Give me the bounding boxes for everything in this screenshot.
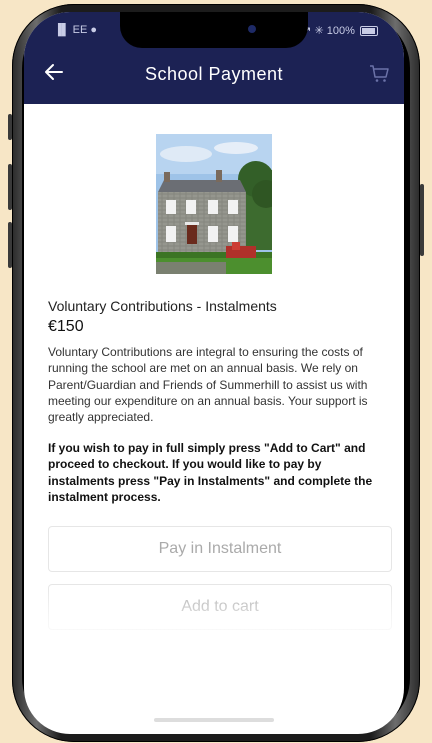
mute-switch bbox=[8, 114, 12, 140]
status-bar-right-text: ↗ ✳ 100% bbox=[302, 25, 355, 37]
cart-icon[interactable] bbox=[368, 62, 390, 84]
home-indicator bbox=[154, 718, 274, 722]
app-screen: ▐▌ EE ● ↗ ✳ 100% School Payment Voluntar… bbox=[24, 12, 404, 734]
product-name: Voluntary Contributions - Instalments bbox=[48, 298, 277, 314]
camera-icon bbox=[248, 25, 256, 33]
volume-up-button bbox=[8, 164, 12, 210]
add-to-cart-button[interactable]: Add to cart bbox=[48, 584, 392, 630]
product-price: €150 bbox=[48, 318, 84, 335]
power-button bbox=[420, 184, 424, 256]
volume-down-button bbox=[8, 222, 12, 268]
product-description: Voluntary Contributions are integral to … bbox=[48, 345, 368, 425]
status-bar-left: ▐▌ EE ● bbox=[54, 24, 98, 36]
product-content: Voluntary Contributions - Instalments €1… bbox=[24, 104, 404, 734]
phone-notch bbox=[120, 12, 308, 48]
school-building-image bbox=[156, 134, 272, 274]
battery-icon bbox=[360, 26, 378, 37]
status-bar-right: ↗ ✳ 100% bbox=[302, 24, 378, 37]
app-header: ▐▌ EE ● ↗ ✳ 100% School Payment bbox=[24, 12, 404, 104]
pay-in-instalment-button[interactable]: Pay in Instalment bbox=[48, 526, 392, 572]
payment-instructions: If you wish to pay in full simply press … bbox=[48, 441, 373, 504]
page-title: School Payment bbox=[144, 64, 284, 84]
